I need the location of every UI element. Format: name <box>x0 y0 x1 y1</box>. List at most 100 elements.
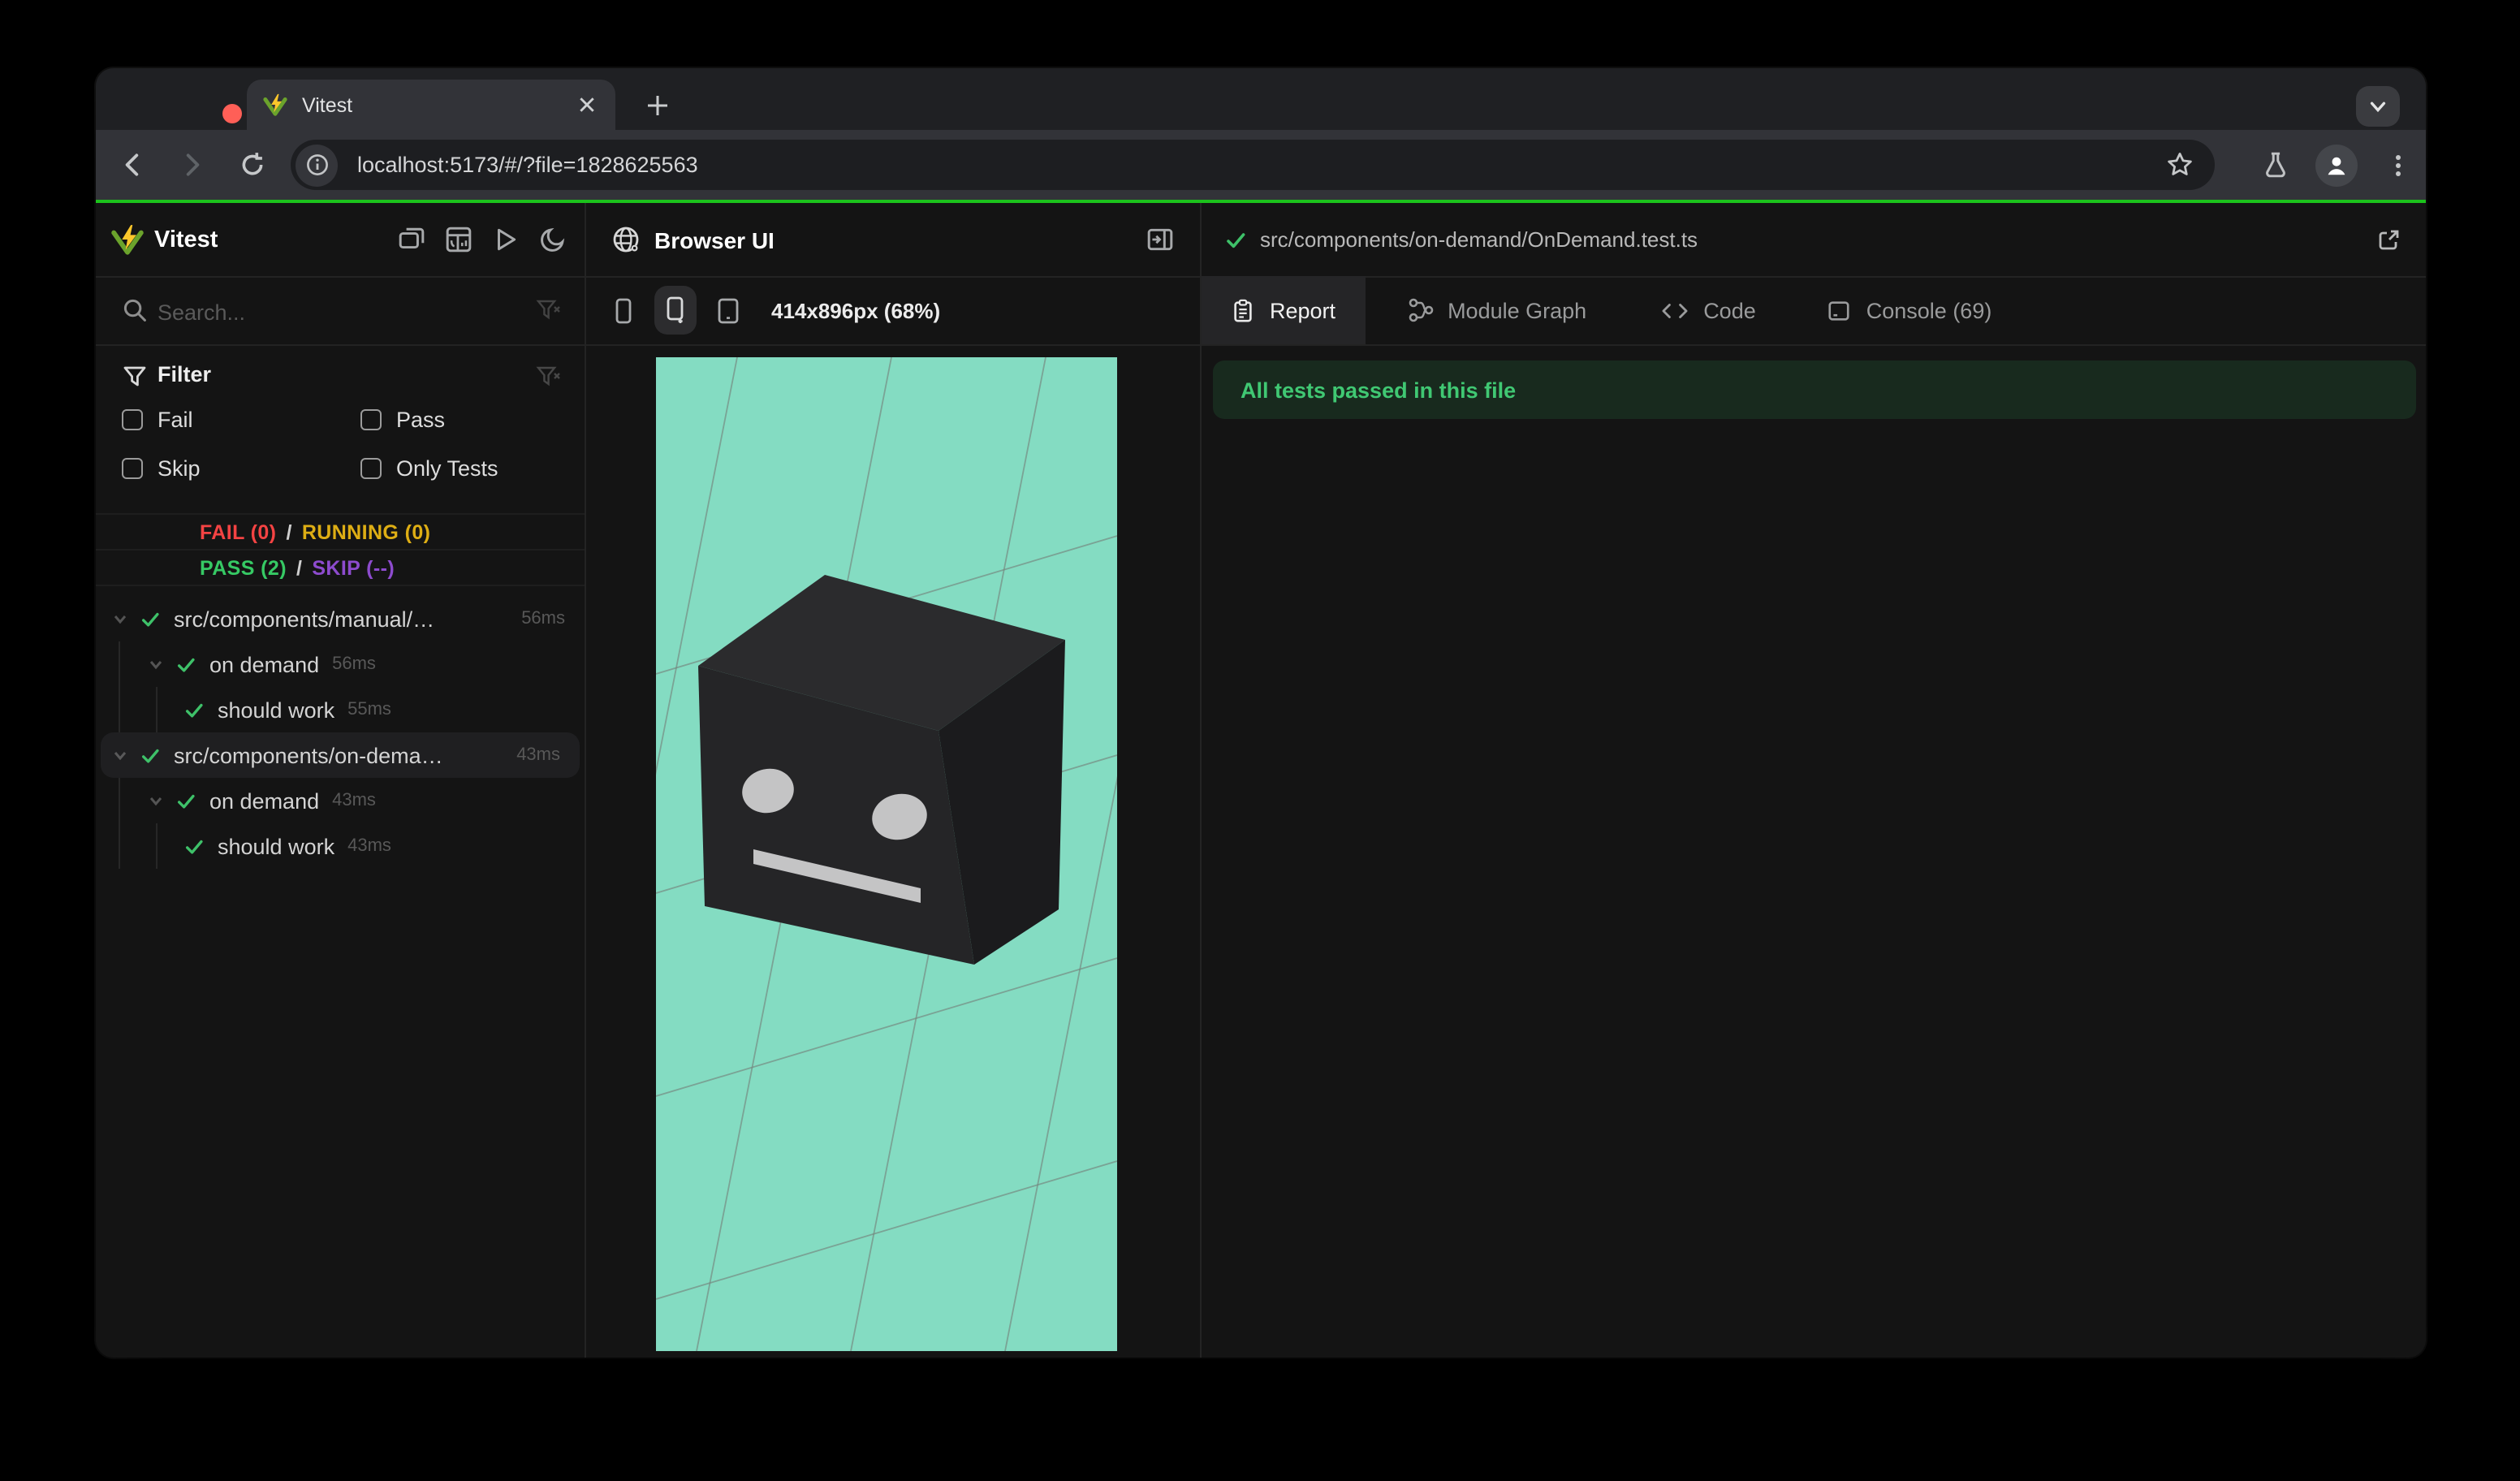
tab-report[interactable]: Report <box>1202 276 1366 344</box>
theme-toggle-button[interactable] <box>534 222 570 257</box>
chevron-down-icon[interactable] <box>148 656 164 672</box>
test-preview-iframe[interactable] <box>656 357 1117 1351</box>
panel-right-icon <box>1146 228 1172 251</box>
reload-icon <box>241 153 262 175</box>
run-all-button[interactable] <box>487 222 523 257</box>
tab-title: Vitest <box>302 93 353 116</box>
filter-checkbox-only-tests[interactable]: Only Tests <box>360 450 498 486</box>
back-button[interactable] <box>107 140 156 189</box>
info-icon <box>306 154 327 175</box>
forward-button[interactable] <box>167 140 216 189</box>
address-bar[interactable]: localhost:5173/#/?file=1828625563 <box>291 140 2215 190</box>
tree-item-test[interactable]: should work 55ms <box>96 687 585 732</box>
moon-icon <box>540 227 564 252</box>
sidebar-header: Vitest <box>96 203 585 278</box>
vitest-favicon <box>263 93 287 116</box>
bookmark-button[interactable] <box>2160 145 2200 185</box>
fail-count: FAIL (0) <box>200 520 277 543</box>
tree-item-file-selected[interactable]: src/components/on-dema… 43ms <box>101 732 580 778</box>
vitest-logo <box>111 225 144 255</box>
chevron-down-icon[interactable] <box>112 611 128 627</box>
filter-title: Filter <box>158 362 212 386</box>
close-icon <box>579 97 593 112</box>
pass-check-icon <box>141 748 159 762</box>
browser-tab[interactable]: Vitest <box>247 80 615 130</box>
star-icon <box>2168 153 2192 175</box>
report-tabs: Report Module Graph Code Console (69) <box>1202 276 2426 346</box>
tab-module-graph[interactable]: Module Graph <box>1378 276 1616 344</box>
filter-checkbox-skip[interactable]: Skip <box>122 450 201 486</box>
tree-item-test[interactable]: should work 43ms <box>96 823 585 869</box>
plus-icon <box>648 96 667 115</box>
kebab-menu-icon <box>2396 154 2401 175</box>
clear-filter-icon[interactable] <box>536 364 562 390</box>
dashboard-icon <box>445 227 471 253</box>
pass-check-icon <box>185 702 203 717</box>
pass-check-icon <box>141 611 159 626</box>
filter-checkbox-pass[interactable]: Pass <box>360 401 445 437</box>
url-text: localhost:5173/#/?file=1828625563 <box>357 153 698 177</box>
filter-checkbox-fail[interactable]: Fail <box>122 401 193 437</box>
device-phone-plus-button[interactable] <box>654 286 697 335</box>
pass-count: PASS (2) <box>200 556 287 579</box>
chevron-down-icon[interactable] <box>112 747 128 763</box>
flask-icon <box>2265 152 2285 178</box>
tab-strip: Vitest <box>96 68 2426 130</box>
search-row <box>96 276 585 346</box>
viewport-size-label: 414x896px (68%) <box>771 298 941 322</box>
report-icon <box>1234 298 1252 322</box>
forward-icon <box>185 153 199 176</box>
test-progress-bar <box>96 200 2426 203</box>
stats-row-1: FAIL (0) / RUNNING (0) <box>96 513 585 549</box>
windows-icon <box>398 227 424 249</box>
search-icon <box>122 297 148 323</box>
person-icon <box>2328 156 2345 175</box>
experiments-button[interactable] <box>2250 140 2299 189</box>
search-input[interactable] <box>154 291 513 333</box>
tab-code[interactable]: Code <box>1632 276 1785 344</box>
site-info-button[interactable] <box>296 144 338 186</box>
menu-button[interactable] <box>2374 140 2423 189</box>
vitest-app: Vitest Search... Filter Fail Pass Skip O… <box>96 200 2426 1358</box>
tab-search-button[interactable] <box>2356 86 2400 127</box>
open-in-panel-button[interactable] <box>1141 222 1177 257</box>
pass-check-icon <box>185 839 203 853</box>
browser-panel-header: Browser UI <box>586 203 1200 278</box>
all-tests-passed-banner: All tests passed in this file <box>1213 361 2416 419</box>
checkbox-icon <box>122 457 143 478</box>
dock-panel-button[interactable] <box>393 222 429 257</box>
back-icon <box>124 153 138 176</box>
stats-row-2: PASS (2) / SKIP (--) <box>96 549 585 586</box>
checkbox-icon <box>360 408 382 430</box>
avatar <box>2315 144 2358 186</box>
tab-close-button[interactable] <box>573 92 599 118</box>
dashboard-button[interactable] <box>440 222 476 257</box>
module-graph-icon <box>1408 298 1433 322</box>
test-file-path: src/components/on-demand/OnDemand.test.t… <box>1260 227 1698 252</box>
open-external-button[interactable] <box>2371 222 2406 257</box>
play-icon <box>497 228 516 251</box>
browser-preview-panel: Browser UI 414x896px (68%) <box>586 203 1202 1358</box>
checkbox-icon <box>122 408 143 430</box>
new-tab-button[interactable] <box>638 86 677 125</box>
tree-item-suite[interactable]: on demand 43ms <box>96 778 585 823</box>
external-link-icon <box>2379 229 2399 249</box>
tab-console[interactable]: Console (69) <box>1798 276 2022 344</box>
device-phone-small-button[interactable] <box>602 286 645 335</box>
chevron-down-icon <box>2370 101 2386 113</box>
3d-cube-scene <box>656 357 1117 1351</box>
code-icon <box>1662 303 1688 317</box>
clear-search-filter-icon[interactable] <box>536 297 562 323</box>
chevron-down-icon[interactable] <box>148 792 164 809</box>
tree-item-file[interactable]: src/components/manual/… 56ms <box>96 596 585 641</box>
pass-check-icon <box>1224 228 1247 251</box>
app-title: Vitest <box>154 227 218 253</box>
console-icon <box>1829 300 1850 320</box>
tree-item-suite[interactable]: on demand 56ms <box>96 641 585 687</box>
device-tablet-button[interactable] <box>706 286 749 335</box>
profile-button[interactable] <box>2312 140 2361 189</box>
close-window-button[interactable] <box>222 104 242 123</box>
reload-button[interactable] <box>227 140 276 189</box>
filter-icon <box>122 364 148 390</box>
pass-check-icon <box>177 657 195 671</box>
